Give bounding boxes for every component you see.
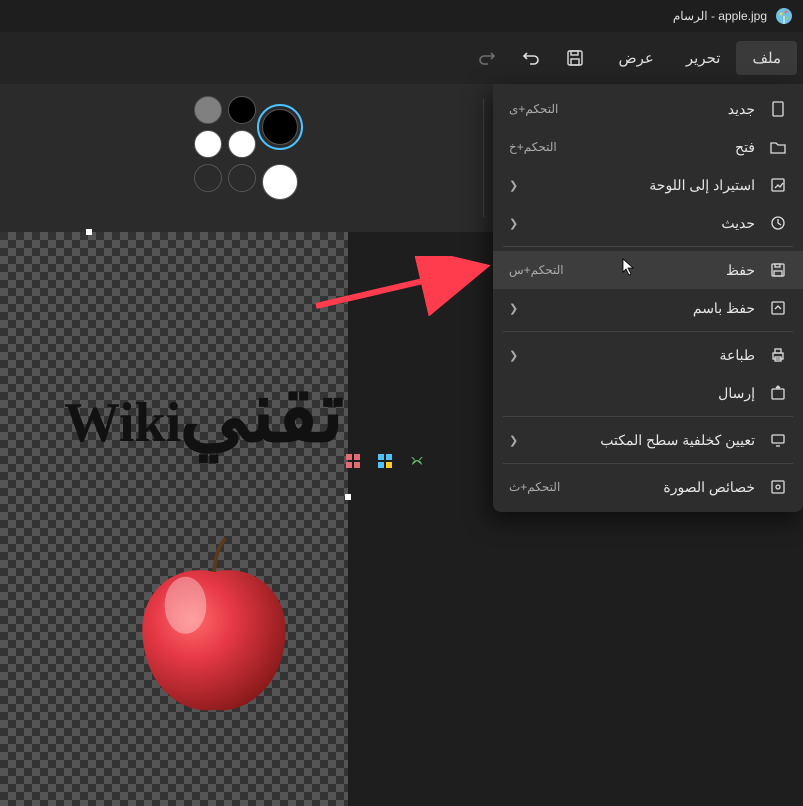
- shortcut: التحكم+س: [509, 263, 564, 277]
- saveas-icon: [769, 299, 787, 317]
- redo-button[interactable]: [467, 38, 507, 78]
- menu-view[interactable]: عرض: [603, 41, 670, 75]
- shortcut: التحكم+ى: [509, 102, 558, 116]
- color-gray[interactable]: [194, 96, 222, 124]
- properties-icon: [769, 478, 787, 496]
- separator: [503, 331, 793, 332]
- print-icon: [769, 346, 787, 364]
- chevron-left-icon: ❮: [509, 217, 525, 230]
- canvas[interactable]: Wiki تقني: [0, 232, 348, 806]
- quick-actions: [467, 38, 595, 78]
- ribbon-group-colors: [0, 84, 483, 232]
- menu-recent[interactable]: حديث ❮: [493, 204, 803, 242]
- chevron-left-icon: ❮: [509, 302, 525, 315]
- separator: [503, 416, 793, 417]
- separator: [503, 246, 793, 247]
- chevron-left-icon: ❮: [509, 179, 525, 192]
- menubar: ملف تحرير عرض: [0, 32, 803, 84]
- color-black[interactable]: [228, 96, 256, 124]
- chevron-left-icon: ❮: [509, 349, 525, 362]
- menu-saveas[interactable]: حفظ باسم ❮: [493, 289, 803, 327]
- color-primary-white[interactable]: [262, 164, 298, 200]
- new-file-icon: [769, 100, 787, 118]
- menu-send[interactable]: إرسال: [493, 374, 803, 412]
- menu-wallpaper[interactable]: تعيين كخلفية سطح المكتب ❮: [493, 421, 803, 459]
- color-empty[interactable]: [194, 164, 222, 192]
- menu-item-label: جديد: [728, 101, 755, 118]
- menu-import[interactable]: استيراد إلى اللوحة ❮: [493, 166, 803, 204]
- color-white2[interactable]: [228, 130, 256, 158]
- resize-handle[interactable]: [345, 494, 351, 500]
- titlebar: apple.jpg - الرسام: [0, 0, 803, 32]
- watermark-wiki: Wiki: [64, 391, 181, 455]
- color-empty[interactable]: [228, 164, 256, 192]
- menu-edit[interactable]: تحرير: [670, 41, 737, 75]
- menu-open[interactable]: فتح التحكم+خ: [493, 128, 803, 166]
- menu-item-label: طباعة: [720, 347, 756, 364]
- shortcut: التحكم+ث: [509, 480, 560, 494]
- share-icon: [769, 384, 787, 402]
- menu-item-label: خصائص الصورة: [663, 479, 755, 496]
- menu-item-label: حفظ: [726, 262, 755, 279]
- desktop-icon: [769, 431, 787, 449]
- menu-print[interactable]: طباعة ❮: [493, 336, 803, 374]
- menu-new[interactable]: جديد التحكم+ى: [493, 90, 803, 128]
- watermark-logo: Wiki تقني: [64, 362, 416, 462]
- resize-handle[interactable]: [86, 229, 92, 235]
- menu-item-label: حديث: [721, 215, 755, 232]
- paint-app-icon: [775, 7, 793, 25]
- menu-properties[interactable]: خصائص الصورة التحكم+ث: [493, 468, 803, 506]
- file-menu-dropdown: جديد التحكم+ى فتح التحكم+خ استيراد إلى ا…: [493, 84, 803, 512]
- color-palette: [194, 96, 290, 192]
- window-title: apple.jpg - الرسام: [673, 9, 767, 23]
- color-black-selected[interactable]: [262, 109, 298, 145]
- menu-item-label: حفظ باسم: [693, 300, 755, 317]
- menu-file[interactable]: ملف: [736, 41, 797, 75]
- save-icon: [769, 261, 787, 279]
- watermark-icons: [344, 452, 426, 470]
- save-icon-button[interactable]: [555, 38, 595, 78]
- shortcut: التحكم+خ: [509, 140, 557, 154]
- watermark-arabic: تقني: [179, 362, 344, 462]
- separator: [503, 463, 793, 464]
- undo-button[interactable]: [511, 38, 551, 78]
- apple-image: [114, 534, 314, 724]
- menu-item-label: استيراد إلى اللوحة: [649, 177, 755, 194]
- chevron-left-icon: ❮: [509, 434, 525, 447]
- menu-item-label: تعيين كخلفية سطح المكتب: [600, 432, 755, 449]
- import-icon: [769, 176, 787, 194]
- menu-item-label: فتح: [735, 139, 755, 156]
- clock-icon: [769, 214, 787, 232]
- menu-item-label: إرسال: [718, 385, 755, 402]
- folder-icon: [769, 138, 787, 156]
- menu-save[interactable]: حفظ التحكم+س: [493, 251, 803, 289]
- color-white[interactable]: [194, 130, 222, 158]
